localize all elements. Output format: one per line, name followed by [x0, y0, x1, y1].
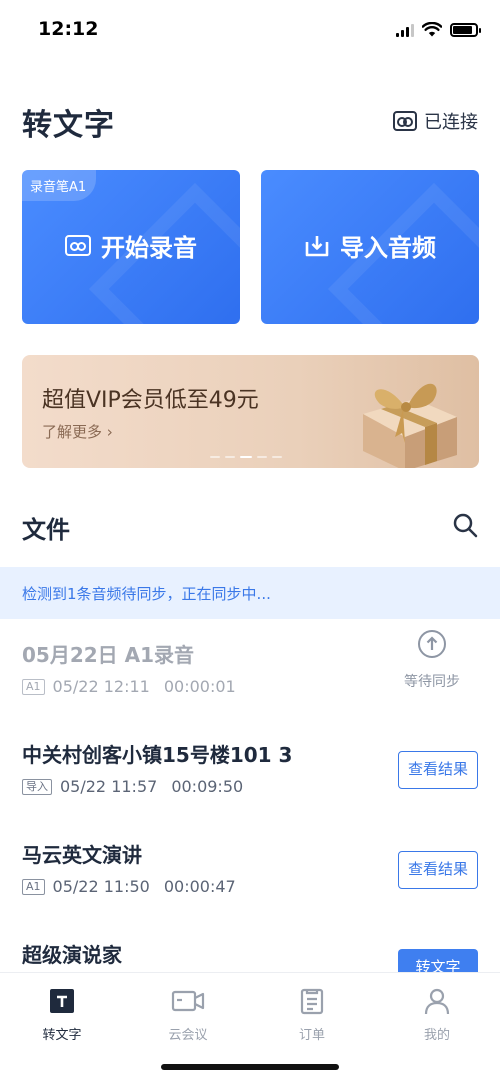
person-icon: [424, 988, 450, 1015]
view-result-button[interactable]: 查看结果: [398, 751, 478, 789]
files-section-title: 文件: [22, 516, 70, 544]
recorder-icon: [65, 235, 91, 256]
device-status-label: 已连接: [424, 112, 478, 133]
sync-notice-bar: 检测到1条音频待同步，正在同步中...: [0, 567, 500, 619]
import-audio-button[interactable]: 导入音频: [261, 228, 479, 263]
wifi-icon: [422, 22, 442, 37]
file-title: 05月22日 A1录音: [22, 643, 195, 667]
tab-orders[interactable]: 订单: [262, 987, 362, 1043]
transcribe-icon: [50, 989, 74, 1013]
banner-page-dot: [257, 456, 267, 458]
import-audio-card[interactable]: 导入音频: [261, 170, 479, 324]
banner-title: 超值VIP会员低至49元: [42, 388, 259, 413]
tab-label: 我的: [423, 1028, 450, 1043]
status-bar: 12:12: [0, 0, 500, 60]
page-title: 转文字: [22, 108, 115, 143]
pending-sync-status: 等待同步: [400, 629, 464, 691]
gift-box-icon: [363, 383, 457, 468]
file-date: 05/22 12:11: [52, 677, 150, 696]
file-item[interactable]: 05月22日 A1录音 A1 05/22 12:11 00:00:01 等待同步: [0, 630, 500, 739]
banner-page-dot: [225, 456, 235, 458]
banner-page-dot: [272, 456, 282, 458]
device-connection-status[interactable]: 已连接: [393, 108, 478, 134]
vip-promo-banner[interactable]: 超值VIP会员低至49元 了解更多 ›: [22, 355, 479, 468]
start-recording-card[interactable]: 录音笔A1 开始录音: [22, 170, 240, 324]
cellular-signal-icon: [396, 23, 414, 37]
tab-transcribe[interactable]: 转文字: [12, 987, 112, 1043]
file-source-tag: 导入: [22, 778, 52, 795]
recorder-device-icon: [393, 111, 417, 131]
file-meta: 导入 05/22 11:57 00:09:50: [22, 777, 243, 796]
file-source-tag: A1: [22, 678, 45, 695]
file-item[interactable]: 中关村创客小镇15号楼101 3 导入 05/22 11:57 00:09:50…: [0, 739, 500, 839]
battery-level: [453, 25, 472, 34]
start-recording-button[interactable]: 开始录音: [22, 228, 240, 263]
file-duration: 00:09:50: [171, 777, 244, 796]
import-icon: [305, 235, 329, 256]
banner-page-dot: [240, 456, 252, 458]
view-result-button[interactable]: 查看结果: [398, 851, 478, 889]
search-icon[interactable]: [452, 512, 478, 538]
status-icons: [396, 22, 481, 37]
file-meta: A1 05/22 11:50 00:00:47: [22, 877, 236, 896]
file-title: 中关村创客小镇15号楼101 3: [22, 743, 293, 767]
tab-profile[interactable]: 我的: [387, 987, 487, 1043]
upload-arrow-icon: [418, 630, 446, 658]
tab-label: 转文字: [42, 1028, 82, 1043]
file-date: 05/22 11:50: [52, 877, 150, 896]
file-item[interactable]: 超级演说家 转文字: [0, 939, 500, 972]
device-tag: 录音笔A1: [22, 170, 97, 201]
transcribe-button[interactable]: 转文字: [398, 949, 478, 972]
file-source-tag: A1: [22, 878, 45, 895]
battery-icon: [450, 22, 481, 37]
file-title: 超级演说家: [22, 943, 122, 967]
banner-page-dot: [210, 456, 220, 458]
file-duration: 00:00:01: [163, 677, 236, 696]
order-list-icon: [300, 988, 324, 1015]
file-date: 05/22 11:57: [60, 777, 158, 796]
tab-label: 订单: [298, 1028, 325, 1043]
banner-learn-more-link[interactable]: 了解更多 ›: [42, 421, 113, 442]
import-audio-label: 导入音频: [340, 234, 436, 262]
file-meta: A1 05/22 12:11 00:00:01: [22, 677, 236, 696]
sync-notice-text: 检测到1条音频待同步，正在同步中...: [22, 585, 271, 603]
file-duration: 00:00:47: [163, 877, 236, 896]
video-meeting-icon: [171, 990, 205, 1012]
banner-pagination: [210, 456, 282, 458]
file-item[interactable]: 马云英文演讲 A1 05/22 11:50 00:00:47 查看结果: [0, 839, 500, 939]
tab-label: 云会议: [168, 1028, 208, 1043]
tab-cloud-meeting[interactable]: 云会议: [138, 987, 238, 1043]
home-indicator[interactable]: [161, 1064, 339, 1070]
start-recording-label: 开始录音: [101, 234, 197, 262]
status-time: 12:12: [38, 18, 99, 40]
file-title: 马云英文演讲: [22, 843, 142, 867]
pending-sync-label: 等待同步: [404, 674, 460, 690]
